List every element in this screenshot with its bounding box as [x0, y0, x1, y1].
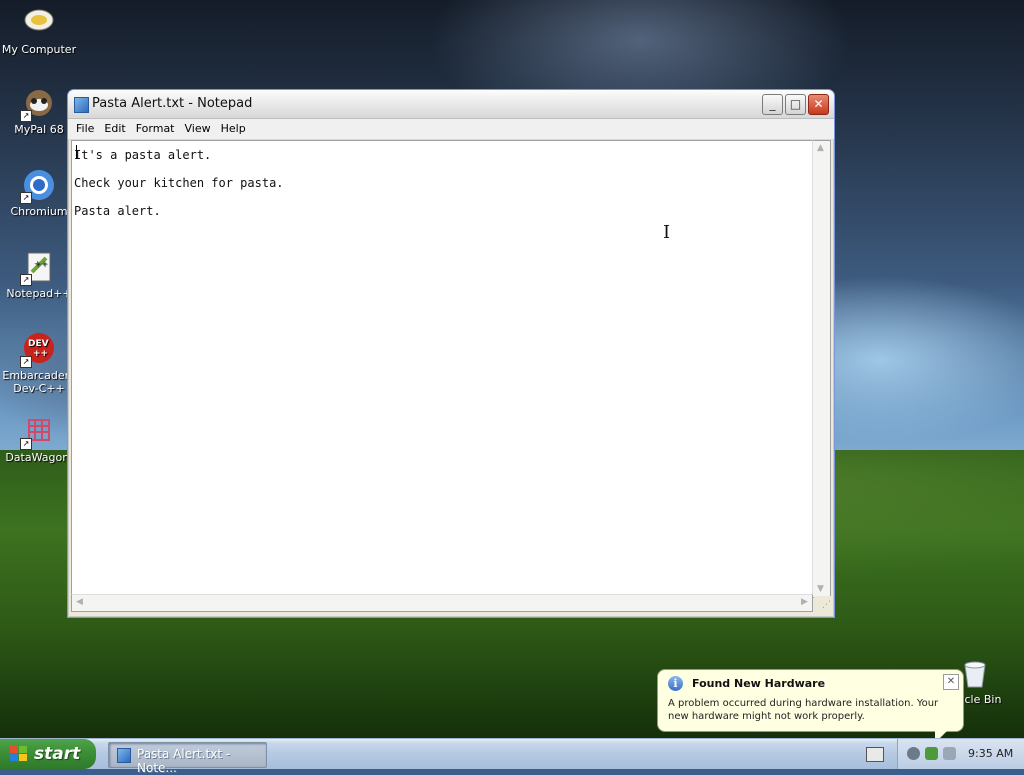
system-tray: 9:35 AM	[897, 739, 1024, 769]
shortcut-arrow-icon: ↗	[20, 356, 32, 368]
shortcut-arrow-icon: ↗	[20, 274, 32, 286]
recycle-bin-icon	[964, 661, 986, 688]
shortcut-arrow-icon: ↗	[20, 110, 32, 122]
scroll-down-icon[interactable]: ▼	[813, 582, 828, 597]
menu-view[interactable]: View	[181, 119, 215, 135]
scroll-left-icon[interactable]: ◀	[72, 595, 87, 610]
datawagon-icon: ↗	[20, 414, 56, 450]
tray-icon-safely-remove[interactable]	[943, 747, 956, 760]
clock[interactable]: 9:35 AM	[968, 747, 1013, 760]
window-title: Pasta Alert.txt - Notepad	[92, 96, 253, 111]
taskbar-button-label: Pasta Alert.txt - Note...	[137, 747, 231, 775]
vertical-scrollbar[interactable]: ▲ ▼	[812, 140, 831, 598]
my-computer-icon	[22, 6, 56, 40]
minimize-button[interactable]: _	[762, 94, 783, 115]
scroll-right-icon[interactable]: ▶	[797, 595, 812, 610]
maximize-button[interactable]: □	[785, 94, 806, 115]
horizontal-scrollbar[interactable]: ◀ ▶	[71, 594, 813, 612]
balloon-close-button[interactable]: ✕	[943, 674, 959, 690]
balloon-title: Found New Hardware	[692, 677, 826, 690]
balloon-message: A problem occurred during hardware insta…	[668, 698, 939, 722]
svg-text:++: ++	[34, 259, 47, 268]
notepadpp-icon: ++ ↗	[20, 250, 56, 286]
start-button[interactable]: start	[0, 739, 96, 769]
ibeam-cursor-icon: I	[663, 222, 671, 243]
windows-flag-icon	[10, 746, 28, 762]
resize-grip-icon[interactable]: ⋰	[814, 596, 831, 612]
editor-line: Pasta alert.	[74, 204, 161, 218]
notepad-icon	[117, 748, 131, 763]
shortcut-arrow-icon: ↗	[20, 438, 32, 450]
notepad-icon	[74, 97, 89, 113]
scroll-up-icon[interactable]: ▲	[813, 141, 828, 156]
menu-format[interactable]: Format	[132, 119, 179, 135]
desktop-icon-label: My Computer	[1, 43, 77, 56]
close-button[interactable]: ✕	[808, 94, 829, 115]
notepad-window[interactable]: Pasta Alert.txt - Notepad _ □ ✕ File Edit…	[67, 89, 835, 618]
menu-file[interactable]: File	[72, 119, 98, 135]
svg-text:++: ++	[33, 349, 48, 359]
mypal-icon: ↗	[20, 86, 56, 122]
shortcut-arrow-icon: ↗	[20, 192, 32, 204]
keyboard-icon[interactable]	[866, 747, 884, 762]
menu-bar: File Edit Format View Help	[68, 119, 834, 140]
chromium-icon: ↗	[20, 168, 56, 204]
menu-edit[interactable]: Edit	[100, 119, 129, 135]
devcpp-icon: DEV ++ ↗	[20, 332, 56, 368]
tray-icon-network[interactable]	[907, 747, 920, 760]
text-caret	[76, 145, 77, 159]
desktop-icon-my-computer[interactable]: My Computer	[0, 6, 78, 56]
tray-icon-hardware[interactable]	[925, 747, 938, 760]
info-icon: i	[668, 676, 683, 691]
desktop-icon-recycle-bin[interactable]: ycle Bin	[958, 660, 1024, 706]
svg-text:DEV: DEV	[28, 339, 49, 349]
window-titlebar[interactable]: Pasta Alert.txt - Notepad _ □ ✕	[68, 90, 834, 119]
text-editor[interactable]: It's a pasta alert. Check your kitchen f…	[71, 140, 812, 598]
editor-line: Check your kitchen for pasta.	[74, 176, 284, 190]
recycle-bin-label: ycle Bin	[958, 693, 1002, 706]
taskbar-button-notepad[interactable]: Pasta Alert.txt - Note...	[108, 742, 267, 775]
taskbar: start Pasta Alert.txt - Note... 9:35 AM	[0, 738, 1024, 775]
found-new-hardware-balloon[interactable]: i Found New Hardware ✕ A problem occurre…	[657, 669, 964, 732]
start-label: start	[34, 744, 81, 764]
menu-help[interactable]: Help	[217, 119, 250, 135]
editor-line: It's a pasta alert.	[74, 148, 212, 162]
